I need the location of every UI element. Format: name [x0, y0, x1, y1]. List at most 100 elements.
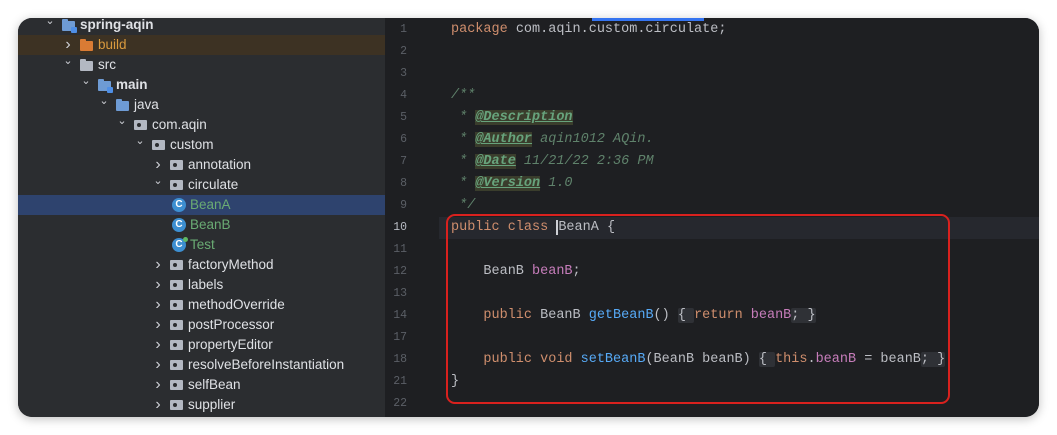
javadoc-tag: @Date	[475, 154, 516, 169]
code-line[interactable]: /**	[451, 85, 475, 107]
code-token: */	[451, 198, 476, 213]
tree-item-factorymethod[interactable]: › factoryMethod	[18, 255, 385, 275]
line-number: 8	[400, 177, 407, 190]
tree-item-circulate[interactable]: ⌄ circulate	[18, 175, 385, 195]
module-folder-icon	[98, 79, 113, 93]
package-icon	[134, 120, 147, 130]
tree-item-label: selfBean	[188, 377, 241, 392]
code-token: aqin1012 AQin.	[532, 132, 654, 147]
runnable-class-icon: C	[172, 237, 188, 252]
chevron-down-icon[interactable]: ⌄	[98, 91, 110, 111]
code-line[interactable]: * @Author aqin1012 AQin.	[451, 129, 654, 151]
tree-item-label: postProcessor	[188, 317, 275, 332]
code-token: /**	[451, 88, 476, 103]
line-number: 14	[393, 309, 407, 322]
code-line[interactable]: * @Version 1.0	[451, 173, 573, 195]
line-number: 7	[400, 155, 407, 168]
chevron-down-icon[interactable]: ⌄	[152, 171, 164, 191]
chevron-down-icon[interactable]: ⌄	[80, 71, 92, 91]
tree-item-label: methodOverride	[188, 297, 285, 312]
chevron-right-icon[interactable]: ›	[152, 255, 164, 275]
line-number: 13	[393, 287, 407, 300]
tree-item-resolvebeforeinstantiation[interactable]: › resolveBeforeInstantiation	[18, 355, 385, 375]
line-number: 6	[400, 133, 407, 146]
tree-item-main[interactable]: ⌄ main	[18, 75, 385, 95]
chevron-right-icon[interactable]: ›	[152, 395, 164, 415]
javadoc-tag: @Description	[475, 110, 573, 125]
chevron-right-icon[interactable]: ›	[152, 375, 164, 395]
line-number: 10	[393, 221, 407, 234]
code-token: package	[451, 22, 516, 37]
class-icon: C	[172, 198, 186, 212]
tree-item-methodoverride[interactable]: › methodOverride	[18, 295, 385, 315]
tree-item-label: propertyEditor	[188, 337, 273, 352]
chevron-right-icon[interactable]: ›	[152, 295, 164, 315]
package-icon	[170, 260, 183, 270]
module-folder-icon	[62, 19, 77, 33]
highlight-annotation-box	[446, 214, 950, 404]
tree-item-custom[interactable]: ⌄ custom	[18, 135, 385, 155]
project-tree[interactable]: ⌄ spring-aqin › build ⌄ src ⌄ main ⌄ java ⌄ com.aqi…	[18, 18, 385, 417]
chevron-right-icon[interactable]: ›	[152, 355, 164, 375]
package-icon	[170, 380, 183, 390]
source-folder-icon	[116, 99, 129, 111]
line-number-gutter: 1 2 3 4 5 6 7 8 9 10 11 12 13 14 17 18 21 22	[385, 18, 450, 417]
code-token: com.aqin.custom.circulate;	[515, 22, 727, 37]
tree-item-spring-aqin[interactable]: ⌄ spring-aqin	[18, 18, 385, 35]
code-token: *	[451, 154, 476, 169]
chevron-down-icon[interactable]: ⌄	[134, 131, 146, 151]
line-number: 3	[400, 67, 407, 80]
tree-item-test[interactable]: C Test	[18, 235, 385, 255]
package-icon	[170, 160, 183, 170]
package-icon	[170, 400, 183, 410]
package-icon	[152, 140, 165, 150]
tree-item-label: Test	[190, 237, 215, 252]
code-token: 11/21/22 2:36 PM	[515, 154, 654, 169]
line-number: 2	[400, 45, 407, 58]
package-icon	[170, 360, 183, 370]
package-icon	[170, 300, 183, 310]
line-number: 4	[400, 89, 407, 102]
chevron-right-icon[interactable]: ›	[152, 315, 164, 335]
tree-item-beana[interactable]: C BeanA	[18, 195, 385, 215]
tree-item-java[interactable]: ⌄ java	[18, 95, 385, 115]
line-number: 18	[393, 353, 407, 366]
package-icon	[170, 320, 183, 330]
line-number: 11	[393, 243, 407, 256]
tree-item-supplier[interactable]: › supplier	[18, 395, 385, 415]
tree-item-postprocessor[interactable]: › postProcessor	[18, 315, 385, 335]
chevron-down-icon[interactable]: ⌄	[44, 18, 56, 31]
code-line[interactable]: * @Description	[451, 107, 573, 129]
javadoc-tag: @Version	[475, 176, 541, 191]
folder-icon	[80, 59, 93, 71]
package-icon	[170, 280, 183, 290]
chevron-right-icon[interactable]: ›	[152, 335, 164, 355]
chevron-down-icon[interactable]: ⌄	[62, 51, 74, 71]
tree-item-labels[interactable]: › labels	[18, 275, 385, 295]
chevron-down-icon[interactable]: ⌄	[116, 111, 128, 131]
line-number: 17	[393, 331, 407, 344]
tree-item-label: java	[134, 97, 159, 112]
code-token: *	[451, 110, 476, 125]
tree-item-annotation[interactable]: › annotation	[18, 155, 385, 175]
tree-item-label: annotation	[188, 157, 252, 172]
tree-item-label: resolveBeforeInstantiation	[188, 357, 345, 372]
tree-item-beanb[interactable]: C BeanB	[18, 215, 385, 235]
package-icon	[170, 340, 183, 350]
tree-item-selfbean[interactable]: › selfBean	[18, 375, 385, 395]
tree-item-propertyeditor[interactable]: › propertyEditor	[18, 335, 385, 355]
tree-item-label: spring-aqin	[80, 18, 154, 32]
chevron-right-icon[interactable]: ›	[152, 275, 164, 295]
tree-item-label: factoryMethod	[188, 257, 274, 272]
package-icon	[170, 180, 183, 190]
code-token: 1.0	[540, 176, 573, 191]
code-line[interactable]: package com.aqin.custom.circulate;	[451, 19, 726, 41]
tree-item-label: custom	[170, 137, 214, 152]
line-number: 12	[393, 265, 407, 278]
tree-item-com-aqin[interactable]: ⌄ com.aqin	[18, 115, 385, 135]
code-line[interactable]: * @Date 11/21/22 2:36 PM	[451, 151, 654, 173]
tree-item-src[interactable]: ⌄ src	[18, 55, 385, 75]
tree-item-label: BeanB	[190, 217, 231, 232]
tree-item-label: BeanA	[190, 197, 231, 212]
tree-item-label: circulate	[188, 177, 239, 192]
